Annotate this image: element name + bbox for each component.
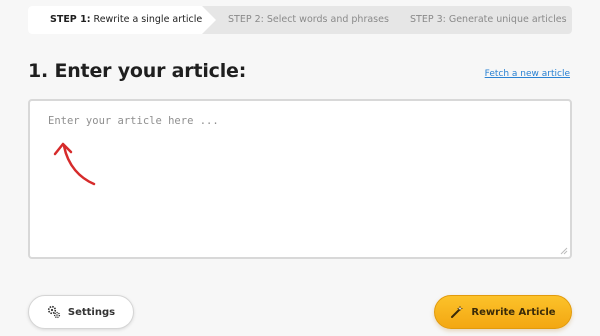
rewrite-article-button[interactable]: Rewrite Article <box>434 295 572 329</box>
rewrite-article-label: Rewrite Article <box>471 306 556 318</box>
step-3-tab[interactable]: STEP 3: Generate unique articles <box>410 6 567 34</box>
step-1-prefix: STEP 1: <box>50 14 91 25</box>
steps-bar: STEP 1: Rewrite a single article STEP 2:… <box>28 6 572 34</box>
gears-icon <box>47 305 61 319</box>
settings-label: Settings <box>67 306 116 318</box>
settings-button[interactable]: Settings <box>28 295 134 329</box>
step-1-tab[interactable]: STEP 1: Rewrite a single article <box>28 6 216 34</box>
article-input[interactable] <box>30 101 570 257</box>
resize-grip-icon[interactable] <box>560 247 568 255</box>
fetch-article-link[interactable]: Fetch a new article <box>485 69 570 79</box>
page-title: 1. Enter your article: <box>28 60 247 82</box>
article-box <box>28 99 572 259</box>
rewriter-page: STEP 1: Rewrite a single article STEP 2:… <box>0 0 600 336</box>
step-2-tab[interactable]: STEP 2: Select words and phrases <box>228 6 389 34</box>
step-1-label: Rewrite a single article <box>90 14 203 25</box>
magic-wand-icon <box>450 305 464 319</box>
